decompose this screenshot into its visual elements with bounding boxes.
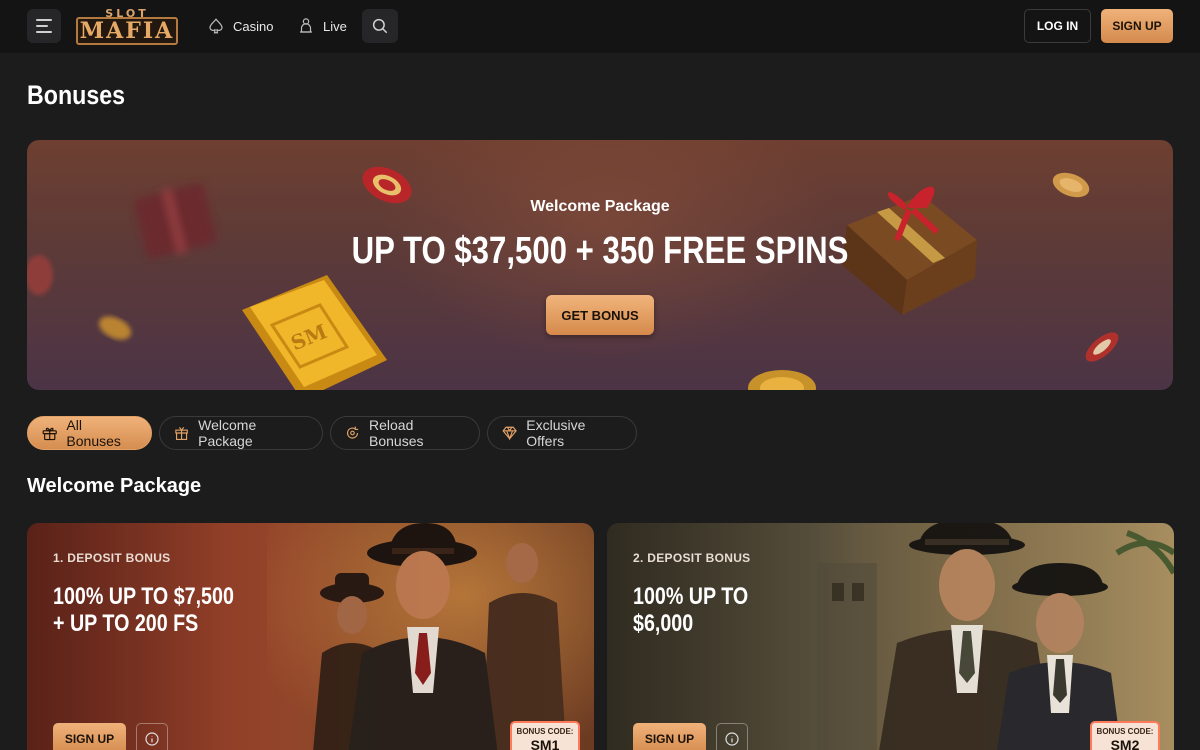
bonus-code-value: SM1 [530, 737, 560, 750]
menu-line [36, 31, 52, 33]
page-title: Bonuses [27, 80, 126, 110]
bonus-code-badge[interactable]: BONUS CODE: SM1 [510, 721, 580, 750]
reload-icon [346, 426, 359, 439]
search-icon [372, 18, 388, 34]
section-title: Welcome Package [27, 475, 202, 497]
card-info-button[interactable] [136, 723, 168, 750]
bonus-code-value: SM2 [1110, 737, 1140, 750]
casino-chip-image [1085, 332, 1119, 362]
nav-live[interactable]: Live [297, 14, 347, 38]
bonus-card: 1. DEPOSIT BONUS 100% UP TO $7,500 + UP … [27, 523, 594, 750]
filter-welcome-package[interactable]: Welcome Package [159, 416, 323, 450]
login-button[interactable]: LOG IN [1024, 9, 1091, 43]
gold-coin-image [1052, 172, 1090, 198]
search-button[interactable] [362, 9, 398, 43]
signup-button[interactable]: SIGN UP [1101, 9, 1173, 43]
nav-casino[interactable]: Casino [207, 14, 273, 38]
top-header: SLOT MAFIA Casino Live LOG IN SIGN UP [0, 0, 1200, 53]
nav-casino-label: Casino [233, 18, 274, 34]
card-info-button[interactable] [716, 723, 748, 750]
filter-welcome-package-label: Welcome Package [198, 417, 257, 449]
filter-exclusive-offers-label: Exclusive Offers [526, 417, 586, 449]
menu-line [36, 19, 52, 21]
card-label: 1. DEPOSIT BONUS [53, 551, 171, 565]
card-title-line2: $6,000 [633, 610, 694, 637]
spade-icon [209, 18, 223, 34]
nav-live-label: Live [323, 18, 347, 34]
card-title-line2: + UP TO 200 FS [53, 610, 199, 637]
card-title: 100% UP TO $7,500 + UP TO 200 FS [53, 583, 266, 637]
info-icon [725, 732, 739, 746]
filter-all-bonuses-label: All Bonuses [66, 417, 121, 449]
dealer-icon [300, 18, 312, 33]
hero-subtitle: Welcome Package [530, 198, 670, 215]
site-logo[interactable]: SLOT MAFIA [76, 8, 178, 46]
card-title: 100% UP TO $6,000 [633, 583, 846, 637]
diamond-icon [502, 426, 517, 441]
filter-exclusive-offers[interactable]: Exclusive Offers [487, 416, 637, 450]
card-title-line1: 100% UP TO $7,500 [53, 583, 234, 610]
filter-all-bonuses[interactable]: All Bonuses [27, 416, 152, 450]
info-icon [145, 732, 159, 746]
bonus-code-label: BONUS CODE: [516, 727, 574, 736]
gift-icon [42, 427, 57, 441]
hero-banner: SM Welcome Package UP TO $37,500 + 350 F… [27, 140, 1173, 390]
filter-reload-bonuses[interactable]: Reload Bonuses [330, 416, 480, 450]
gold-bar-image: SM [242, 275, 387, 390]
gold-coin-image [748, 370, 816, 390]
hero-title: UP TO $37,500 + 350 FREE SPINS [351, 230, 849, 272]
menu-line [36, 25, 48, 27]
get-bonus-button[interactable]: GET BONUS [546, 295, 654, 335]
card-label: 2. DEPOSIT BONUS [633, 551, 751, 565]
blurred-chip-image [27, 255, 53, 295]
card-title-line1: 100% UP TO [633, 583, 749, 610]
bonus-code-badge[interactable]: BONUS CODE: SM2 [1090, 721, 1160, 750]
present-icon [175, 426, 188, 440]
filter-reload-bonuses-label: Reload Bonuses [369, 417, 424, 449]
logo-main-text: MAFIA [76, 17, 178, 45]
card-signup-button[interactable]: SIGN UP [633, 723, 706, 750]
card-signup-button[interactable]: SIGN UP [53, 723, 126, 750]
menu-button[interactable] [27, 9, 61, 43]
bonus-code-label: BONUS CODE: [1096, 727, 1154, 736]
blurred-coin-image [99, 316, 131, 340]
bonus-card: 2. DEPOSIT BONUS 100% UP TO $6,000 SIGN … [607, 523, 1174, 750]
